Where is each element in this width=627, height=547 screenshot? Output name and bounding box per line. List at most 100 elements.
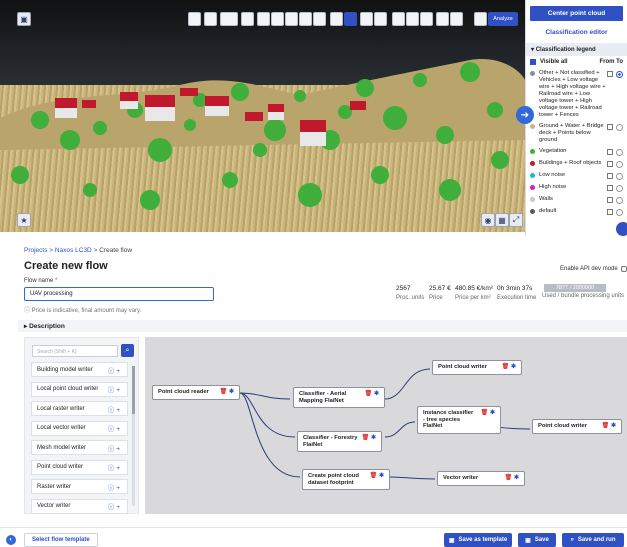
gear-icon[interactable]: ✱ [511,364,516,370]
legend-to-radio[interactable] [616,197,623,204]
classification-legend-header[interactable]: ▾ Classification legend [526,43,627,56]
tree-icon[interactable] [406,12,419,26]
polygon-icon[interactable] [374,12,387,26]
node-point-cloud-reader[interactable]: Point cloud reader 🗑 ✱ [152,385,240,400]
library-item[interactable]: Raster writer ⓘ+ [31,479,128,494]
chevron-right-icon[interactable]: ➔ [516,106,534,124]
info-icon[interactable]: ⓘ [108,446,117,453]
node-dataset-footprint[interactable]: Create point cloud dataset footprint 🗑 ✱ [302,469,390,490]
node-point-cloud-writer-top[interactable]: Point cloud writer 🗑 ✱ [432,360,522,375]
library-item[interactable]: Mesh model writer ⓘ+ [31,440,128,455]
add-icon[interactable]: + [116,485,122,492]
fullscreen-icon[interactable]: ⤢ [509,213,523,227]
legend-to-radio[interactable] [616,185,623,192]
visible-all-row[interactable]: Visible all From To [526,56,627,68]
legend-from-checkbox[interactable] [607,197,613,203]
gear-icon[interactable]: ✱ [379,473,384,479]
save-as-template-button[interactable]: ▣ Save as template [444,533,512,547]
info-icon[interactable]: ⓘ [108,387,117,394]
view-right-icon[interactable] [299,12,312,26]
assistant-icon[interactable]: ◐ [6,535,16,545]
clip-box-icon[interactable] [360,12,373,26]
legend-to-radio[interactable] [616,161,623,168]
legend-to-radio[interactable] [616,209,623,216]
visible-all-checkbox[interactable] [530,59,536,65]
delete-icon[interactable]: 🗑 [365,391,373,397]
select-flow-template-button[interactable]: Select flow template [24,533,98,547]
map-icon[interactable]: ▦ [495,213,509,227]
legend-from-checkbox[interactable] [607,209,613,215]
add-icon[interactable]: + [116,446,122,453]
legend-item[interactable]: Vegetation [526,146,627,158]
library-search-input[interactable]: Search (Shift + K) [32,345,118,357]
legend-item[interactable]: Buildings + Roof objects [526,158,627,170]
select-tool-icon[interactable] [220,12,238,26]
delete-icon[interactable]: 🗑 [220,389,228,395]
delete-icon[interactable]: 🗑 [370,473,378,479]
classification-editor-button[interactable]: Classification editor [526,25,627,39]
info-icon[interactable]: ⓘ [108,485,117,492]
camera-tool-icon[interactable] [241,12,254,26]
layers-icon[interactable]: ▣ [17,12,31,26]
add-icon[interactable]: + [116,465,122,472]
add-icon[interactable]: + [116,504,122,511]
delete-icon[interactable]: 🗑 [481,410,489,416]
profile-icon[interactable] [392,12,405,26]
breadcrumb-projects[interactable]: Projects [24,247,47,254]
info-icon[interactable]: ⓘ [108,465,117,472]
settings-icon[interactable] [474,12,487,26]
view-top-icon[interactable] [313,12,326,26]
library-item[interactable]: Point cloud writer ⓘ+ [31,459,128,475]
perspective-icon[interactable] [330,12,343,26]
legend-item[interactable]: Other + Not classified + Vehicles + Low … [526,68,627,121]
info-icon[interactable]: ⓘ [108,368,117,375]
library-item[interactable]: Local raster writer ⓘ+ [31,401,128,416]
node-instance-classifier[interactable]: Instance classifier - tree species FlaiN… [417,406,501,434]
view-left-icon[interactable] [285,12,298,26]
legend-item[interactable]: High noise [526,182,627,194]
library-item[interactable]: Building model writer ⓘ+ [31,362,128,377]
node-classifier-forestry[interactable]: Classifier - Forestry FlaiNet 🗑 ✱ [297,431,382,452]
delete-icon[interactable]: 🗑 [362,435,370,441]
legend-to-radio[interactable] [616,149,623,156]
flow-canvas[interactable]: Point cloud reader 🗑 ✱ Classifier - Aeria… [145,337,627,514]
center-point-cloud-button[interactable]: Center point cloud [530,6,623,21]
legend-item[interactable]: default [526,206,627,218]
help-icon[interactable] [616,222,627,236]
library-item[interactable]: Local vector writer ⓘ+ [31,420,128,436]
delete-icon[interactable]: 🗑 [502,364,510,370]
view-back-icon[interactable] [271,12,284,26]
legend-from-checkbox[interactable] [607,71,613,77]
search-icon[interactable]: ⌕ [121,344,134,357]
gear-icon[interactable]: ✱ [229,389,234,395]
delete-icon[interactable]: 🗑 [602,423,610,429]
legend-from-checkbox[interactable] [607,124,613,130]
compass-icon[interactable]: ◉ [481,213,495,227]
description-section[interactable]: ▸ Description [18,320,627,332]
legend-from-checkbox[interactable] [607,149,613,155]
legend-from-checkbox[interactable] [607,173,613,179]
analyze-button[interactable]: Analyze [488,12,518,26]
gear-icon[interactable]: ✱ [371,435,376,441]
gear-icon[interactable]: ✱ [514,475,519,481]
legend-to-radio[interactable] [616,124,623,131]
draw-tool-icon[interactable] [204,12,217,26]
save-button[interactable]: ▣ Save [518,533,556,547]
measure-tool-icon[interactable] [188,12,201,26]
info-icon[interactable]: ⓘ [108,426,117,433]
legend-item[interactable]: Low noise [526,170,627,182]
save-and-run-button[interactable]: » Save and run [562,533,624,547]
gear-icon[interactable]: ✱ [611,423,616,429]
add-icon[interactable]: + [116,387,122,394]
info-icon[interactable]: ⓘ [108,407,117,414]
legend-to-radio[interactable] [616,71,623,78]
add-icon[interactable]: + [116,407,122,414]
add-icon[interactable]: + [116,368,122,375]
legend-item[interactable]: Ground + Water + Bridge deck + Points be… [526,121,627,146]
view-front-icon[interactable] [257,12,270,26]
library-item[interactable]: Local point cloud writer ⓘ+ [31,381,128,397]
star-icon[interactable]: ★ [17,213,31,227]
point-cloud-viewer[interactable]: ▣ Analyze ★ ◉ ▦ ⤢ [0,0,525,232]
legend-from-checkbox[interactable] [607,161,613,167]
breadcrumb-project[interactable]: Naxos LC3D [55,247,92,254]
